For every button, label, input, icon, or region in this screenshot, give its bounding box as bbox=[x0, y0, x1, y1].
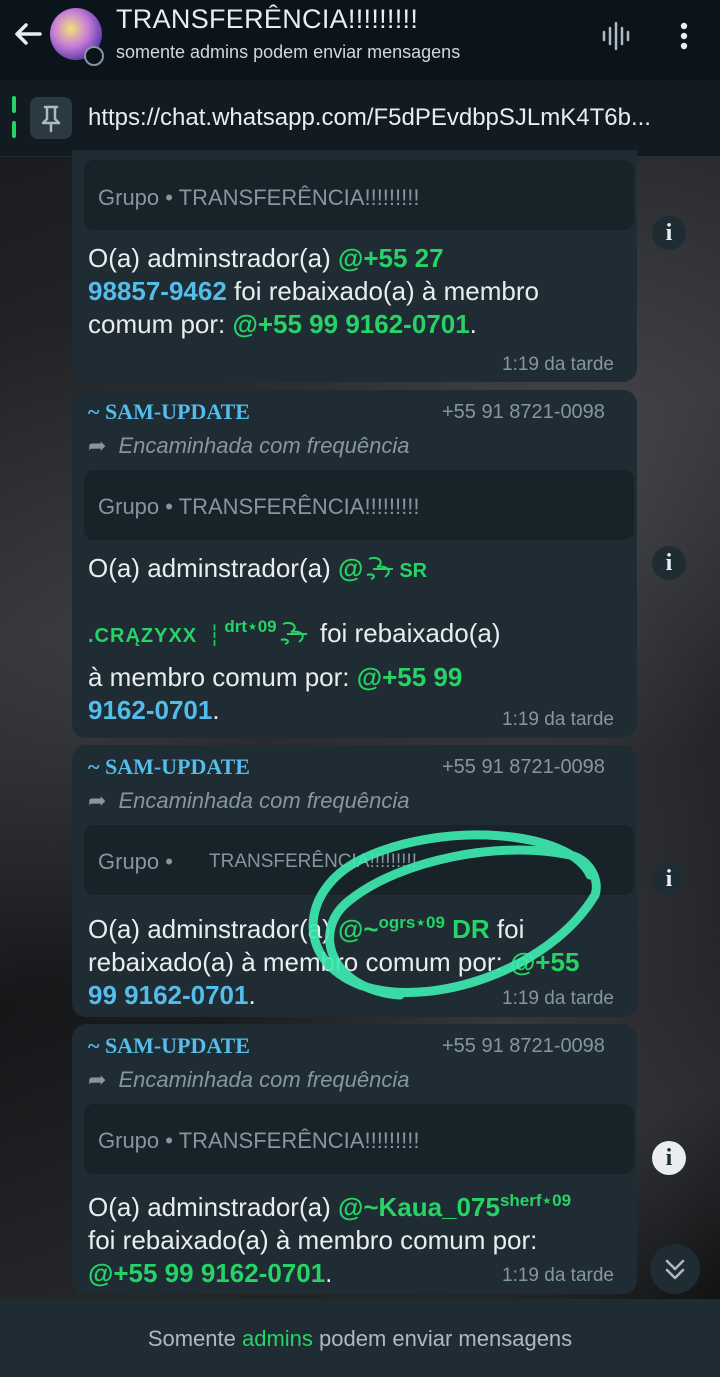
message-text: .CRĄZYXX ┆ drt⋆09 foi rebaixado(a) bbox=[88, 617, 501, 648]
swirl-glyph-icon bbox=[277, 618, 313, 648]
sender-phone: +55 91 8721-0098 bbox=[442, 1035, 605, 1057]
message-text-part: foi rebaixado(a) bbox=[312, 618, 501, 648]
mention-link[interactable]: SR bbox=[399, 560, 427, 582]
mention-link[interactable]: @~Kaua_075 bbox=[338, 1192, 500, 1222]
forwarded-label: ➦ Encaminhada com frequência bbox=[88, 433, 410, 458]
quoted-group-name: Grupo • TRANSFERÊNCIA!!!!!!!!! bbox=[98, 1128, 420, 1153]
voice-chat-icon[interactable] bbox=[600, 20, 636, 52]
mention-link[interactable]: @+55 99 bbox=[357, 662, 463, 692]
message-text: O(a) adminstrador(a) @+55 27 98857-9462 … bbox=[88, 242, 623, 341]
mention-link[interactable]: @+55 99 9162-0701 bbox=[88, 1258, 325, 1288]
pin-icon[interactable] bbox=[30, 97, 72, 139]
back-arrow-icon[interactable] bbox=[10, 16, 46, 52]
sender-phone: +55 91 8721-0098 bbox=[442, 401, 605, 423]
message-text-part: O(a) adminstrador(a) bbox=[88, 553, 338, 583]
quoted-group-name: Grupo • TRANSFERÊNCIA!!!!!!!!! bbox=[98, 185, 420, 210]
mention-link[interactable]: drt⋆09 bbox=[224, 617, 276, 636]
pinned-link-text[interactable]: https://chat.whatsapp.com/F5dPEvdbpSJLmK… bbox=[88, 104, 708, 132]
message-text-part: . bbox=[212, 695, 220, 725]
info-icon[interactable]: i bbox=[652, 1141, 686, 1175]
message-text-part: foi rebaixado(a) à membro comum por: bbox=[88, 1225, 538, 1255]
chat-subtitle: somente admins podem enviar mensagens bbox=[116, 42, 461, 62]
swirl-glyph-icon bbox=[363, 553, 399, 583]
sender-name[interactable]: ~ SAM-UPDATE bbox=[88, 399, 250, 425]
mention-link[interactable]: @ bbox=[338, 553, 363, 583]
message-text-part: . bbox=[248, 980, 256, 1010]
message-text-part: O(a) adminstrador(a) bbox=[88, 243, 338, 273]
sender-phone: +55 91 8721-0098 bbox=[442, 756, 605, 778]
chat-header: TRANSFERÊNCIA!!!!!!!!! somente admins po… bbox=[0, 0, 720, 81]
forward-arrow-icon: ➦ bbox=[88, 1067, 107, 1092]
quoted-group-name: Grupo • TRANSFERÊNCIA!!!!!!!!! bbox=[98, 494, 420, 519]
forwarded-label: ➦ Encaminhada com frequência bbox=[88, 1067, 410, 1092]
pinned-indicator bbox=[12, 96, 16, 138]
message-text-part: . bbox=[469, 309, 477, 339]
admins-link[interactable]: admins bbox=[242, 1326, 313, 1351]
mention-link[interactable]: 98857-9462 bbox=[88, 276, 227, 306]
info-icon[interactable]: i bbox=[652, 546, 686, 580]
sender-name[interactable]: ~ SAM-UPDATE bbox=[88, 1033, 250, 1059]
message-text: O(a) adminstrador(a) @ SR bbox=[88, 552, 623, 588]
chat-title[interactable]: TRANSFERÊNCIA!!!!!!!!! bbox=[116, 4, 418, 35]
message-text-part: . bbox=[325, 1258, 333, 1288]
message-time: 1:19 da tarde bbox=[502, 354, 614, 375]
message-text-part: à membro comum por: bbox=[88, 662, 357, 692]
message-text-part: O(a) adminstrador(a) bbox=[88, 1192, 338, 1222]
message-text-part: foi rebaixado(a) à membro bbox=[226, 276, 539, 306]
forwarded-label: ➦ Encaminhada com frequência bbox=[88, 788, 410, 813]
mention-link[interactable]: .CRĄZYXX bbox=[88, 625, 197, 647]
mention-link[interactable]: @+55 99 9162-0701 bbox=[233, 309, 470, 339]
scroll-to-bottom-button[interactable] bbox=[650, 1244, 700, 1294]
mention-link[interactable]: @+55 27 bbox=[338, 243, 444, 273]
info-icon[interactable]: i bbox=[652, 216, 686, 250]
mention-link[interactable]: sherf⋆09 bbox=[500, 1191, 571, 1210]
forward-arrow-icon: ➦ bbox=[88, 788, 107, 813]
sender-name[interactable]: ~ SAM-UPDATE bbox=[88, 754, 250, 780]
more-options-icon[interactable] bbox=[672, 18, 696, 54]
chevron-double-down-icon bbox=[665, 1259, 685, 1280]
message-time: 1:19 da tarde bbox=[502, 1265, 614, 1286]
mention-link[interactable]: 99 9162-0701 bbox=[88, 980, 248, 1010]
quoted-group-name: Grupo • bbox=[98, 849, 173, 874]
admins-only-notice: Somente admins podem enviar mensagens bbox=[147, 1326, 573, 1351]
highlight-scribble bbox=[300, 820, 610, 1005]
community-badge-icon bbox=[84, 46, 104, 66]
message-text-part: comum por: bbox=[88, 309, 233, 339]
message-time: 1:19 da tarde bbox=[502, 709, 614, 730]
mention-link[interactable]: 9162-0701 bbox=[88, 695, 212, 725]
info-icon[interactable]: i bbox=[652, 862, 686, 896]
forward-arrow-icon: ➦ bbox=[88, 433, 107, 458]
